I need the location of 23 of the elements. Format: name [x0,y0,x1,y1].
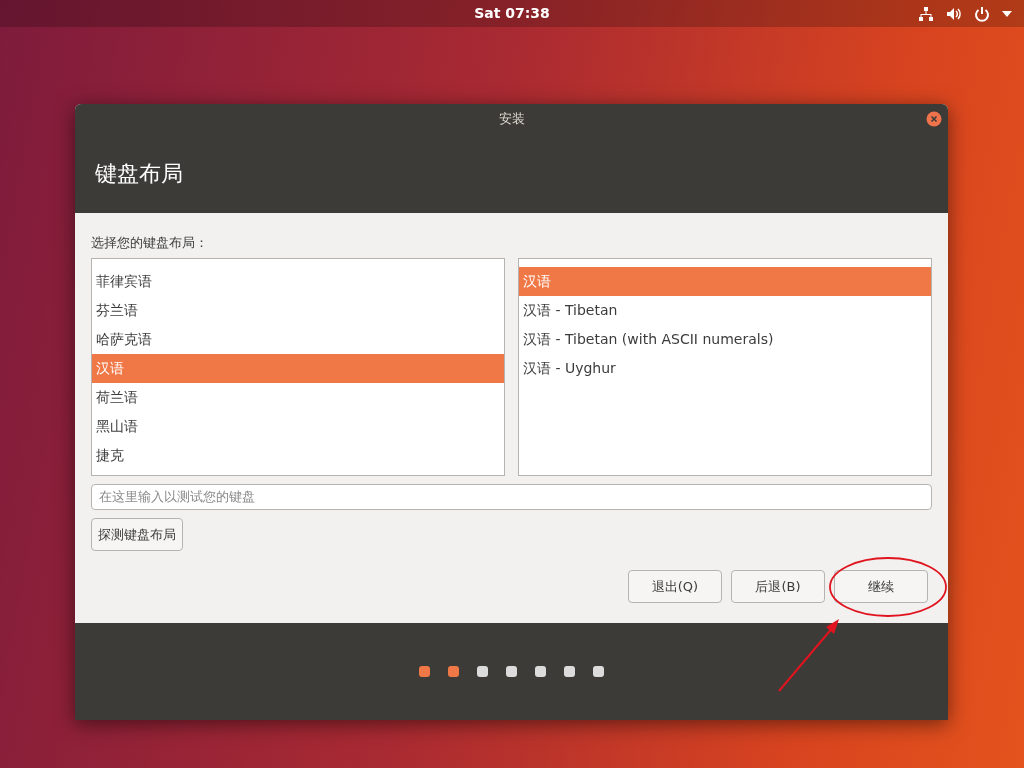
clock[interactable]: Sat 07:38 [474,3,550,24]
window-title: 安装 [498,109,525,128]
list-item[interactable]: 菲律宾语 [92,266,504,296]
caret-icon[interactable] [1002,10,1012,17]
power-icon[interactable] [974,5,990,22]
list-item[interactable]: 汉语 - Uyghur [519,353,931,383]
dialog-button[interactable]: 继续 [834,570,928,603]
network-icon[interactable] [918,5,934,22]
dialog-button[interactable]: 后退(B) [731,570,825,603]
list-item[interactable]: 芬兰语 [92,295,504,325]
detect-layout-button[interactable]: 探测键盘布局 [91,518,183,551]
list-item[interactable]: 黑山语 [92,411,504,441]
prompt-label: 选择您的键盘布局： [91,234,209,252]
list-item[interactable]: 荷兰语 [92,382,504,412]
close-icon[interactable] [926,111,942,127]
list-item[interactable]: 捷克 [92,440,504,470]
input-field[interactable]: 在这里输入以测试您的键盘 [91,483,932,510]
page-heading: 键盘布局 [95,159,183,188]
list-item[interactable]: 哈萨克语 [92,324,504,354]
volume-icon[interactable] [946,5,962,22]
list-item[interactable]: 汉语 - Tibetan (with ASCII numerals) [519,324,931,354]
list-item[interactable]: 汉语 - Tibetan [519,295,931,325]
dialog-button[interactable]: 退出(Q) [628,570,722,603]
